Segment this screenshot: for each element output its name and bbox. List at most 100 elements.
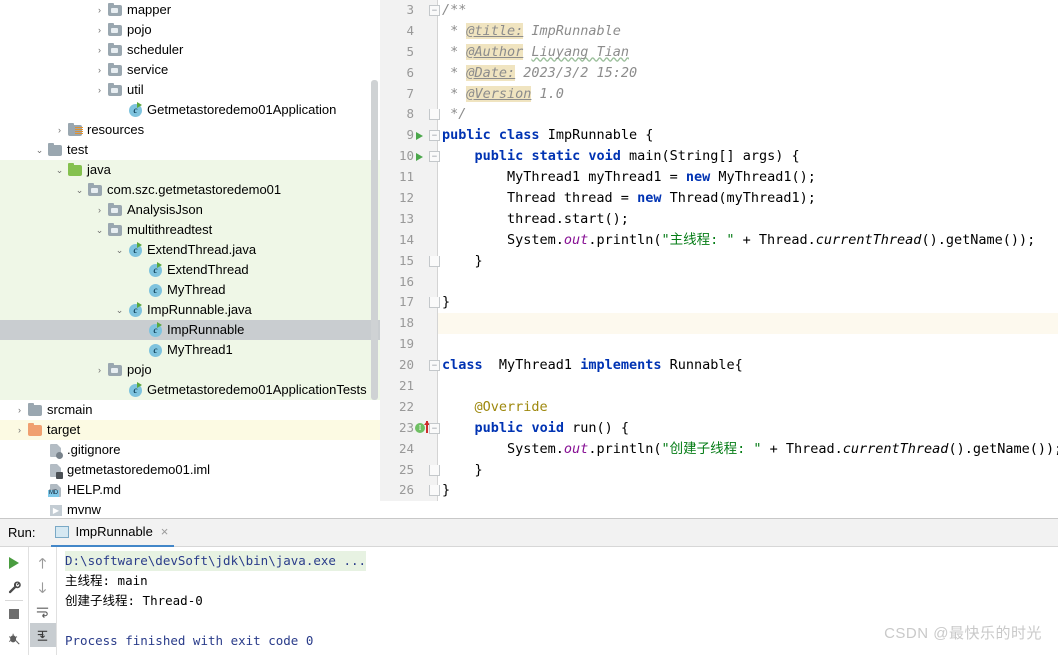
settings-button[interactable] [1,575,27,599]
project-tool-window[interactable]: ›mapper›pojo›scheduler›service›util·cGet… [0,0,380,518]
chevron-right-icon[interactable]: › [92,0,107,20]
chevron-right-icon[interactable]: › [92,200,107,220]
tree-row[interactable]: ⌄ java [0,160,380,180]
chevron-right-icon[interactable]: › [92,40,107,60]
tree-item-label: Getmetastoredemo01Application [147,102,337,117]
editor-line[interactable]: 22 @Override [380,396,1058,418]
editor-line[interactable]: 21 [380,376,1058,397]
fold-toggle[interactable] [429,464,440,476]
editor-line[interactable]: 4 * @title: ImpRunnable [380,20,1058,42]
editor-line[interactable]: 24 System.out.println("创建子线程: " + Thread… [380,438,1058,460]
chevron-right-icon[interactable]: › [12,400,27,420]
chevron-right-icon[interactable]: › [52,120,67,140]
tree-row[interactable]: › scheduler [0,40,380,60]
tree-row[interactable]: ⌄ com.szc.getmetastoredemo01 [0,180,380,200]
chevron-down-icon[interactable]: ⌄ [52,160,67,180]
tree-row[interactable]: › pojo [0,360,380,380]
tree-row[interactable]: ⌄ multithreadtest [0,220,380,240]
scroll-to-end-button[interactable] [29,623,56,647]
tree-item-icon: ▶ [47,500,64,518]
editor-line[interactable]: 7 * @Version 1.0 [380,83,1058,105]
print-button[interactable] [1,626,27,650]
tree-row[interactable]: › resources [0,120,380,140]
editor-lines[interactable]: 3−/** 4 * @title: ImpRunnable 5 * @Author … [380,0,1058,502]
fold-toggle[interactable] [429,297,440,309]
editor-line[interactable]: 14 System.out.println("主线程: " + Thread.c… [380,229,1058,251]
fold-toggle[interactable]: − [429,360,440,372]
tree-row[interactable]: ·cGetmetastoredemo01Application [0,100,380,120]
editor-line[interactable]: 23 I − public void run() { [380,417,1058,439]
tree-row[interactable]: › util [0,80,380,100]
editor-line[interactable]: 17} [380,292,1058,314]
tree-row[interactable]: ·c MyThread1 [0,340,380,360]
editor-line[interactable]: 13 thread.start(); [380,208,1058,230]
chevron-right-icon[interactable]: › [92,360,107,380]
tree-row[interactable]: ·cImpRunnable [0,320,380,340]
run-tab-imprunnable[interactable]: ImpRunnable × [51,519,175,547]
run-tool-window[interactable]: Run: ImpRunnable × D:\software\devSoft\j… [0,518,1058,655]
gutter-marker [416,21,436,42]
fold-toggle[interactable] [429,109,440,121]
chevron-right-icon[interactable]: › [92,80,107,100]
chevron-down-icon[interactable]: ⌄ [112,240,127,260]
editor-line[interactable]: 26} [380,480,1058,502]
editor-line[interactable]: 20 − class MyThread1 implements Runnable{ [380,355,1058,377]
tree-row[interactable]: ⌄ test [0,140,380,160]
editor-line[interactable]: 11 MyThread1 myThread1 = new MyThread1()… [380,167,1058,189]
tree-row[interactable]: ⌄ c ExtendThread.java [0,240,380,260]
editor-line[interactable]: 6 * @Date: 2023/3/2 15:20 [380,62,1058,84]
chevron-down-icon[interactable]: ⌄ [72,180,87,200]
gutter-run-icon[interactable] [416,132,423,141]
tree-row[interactable]: › srcmain [0,400,380,420]
editor-line[interactable]: 18 [380,313,1058,335]
editor-line[interactable]: 19 [380,334,1058,356]
tree-row[interactable]: › pojo [0,20,380,40]
editor-line[interactable]: 8 */ [380,104,1058,126]
tree-row[interactable]: › target [0,420,380,440]
fold-toggle[interactable]: − [429,422,440,434]
fold-toggle[interactable]: − [429,130,440,142]
chevron-down-icon[interactable]: ⌄ [92,220,107,240]
chevron-right-icon[interactable]: › [12,420,27,440]
fold-toggle[interactable]: − [429,151,440,163]
tree-item-label: service [127,62,169,77]
rerun-button[interactable] [1,551,27,575]
tree-row[interactable]: ·cExtendThread [0,260,380,280]
project-tree-scrollbar[interactable] [371,80,378,400]
up-arrow-button[interactable] [30,551,56,575]
tree-row[interactable]: ·▶ mvnw [0,500,380,518]
fold-toggle[interactable]: − [429,5,440,16]
tree-row[interactable]: ⌄ c ImpRunnable.java [0,300,380,320]
editor-line[interactable]: 9 − public class ImpRunnable { [380,125,1058,147]
tree-row[interactable]: ·MDHELP.md [0,480,380,500]
project-tree[interactable]: ›mapper›pojo›scheduler›service›util·cGet… [0,0,380,518]
chevron-down-icon[interactable]: ⌄ [112,300,127,320]
gutter-run-icon[interactable] [416,153,423,162]
down-arrow-button[interactable] [30,575,56,599]
editor-line[interactable]: 25 } [380,459,1058,481]
tree-row[interactable]: › AnalysisJson [0,200,380,220]
tree-row[interactable]: · getmetastoredemo01.iml [0,460,380,480]
tree-row[interactable]: ·cGetmetastoredemo01ApplicationTests [0,380,380,400]
chevron-down-icon[interactable]: ⌄ [32,140,47,160]
editor-line[interactable]: 12 Thread thread = new Thread(myThread1)… [380,188,1058,209]
editor-line[interactable]: 10 − public static void main(String[] arg… [380,146,1058,168]
editor-line[interactable]: 3 −/** [380,0,1058,21]
tree-row[interactable]: · .gitignore [0,440,380,460]
gutter-override-arrow-icon[interactable] [424,420,430,433]
tree-row[interactable]: › service [0,60,380,80]
chevron-right-icon[interactable]: › [92,20,107,40]
code-editor[interactable]: 3−/** 4 * @title: ImpRunnable 5 * @Author … [380,0,1058,518]
fold-toggle[interactable] [429,485,440,497]
chevron-right-icon[interactable]: › [92,60,107,80]
close-icon[interactable]: × [161,524,169,539]
editor-line[interactable]: 5 * @Author Liuyang Tian [380,41,1058,63]
tree-row[interactable]: ·c MyThread [0,280,380,300]
stop-button[interactable] [1,602,27,626]
editor-line[interactable]: 15 } [380,250,1058,272]
tree-row[interactable]: › mapper [0,0,380,20]
soft-wrap-button[interactable] [30,599,56,623]
line-number: 17 [398,294,414,310]
editor-line[interactable]: 16 [380,271,1058,293]
fold-toggle[interactable] [429,255,440,267]
